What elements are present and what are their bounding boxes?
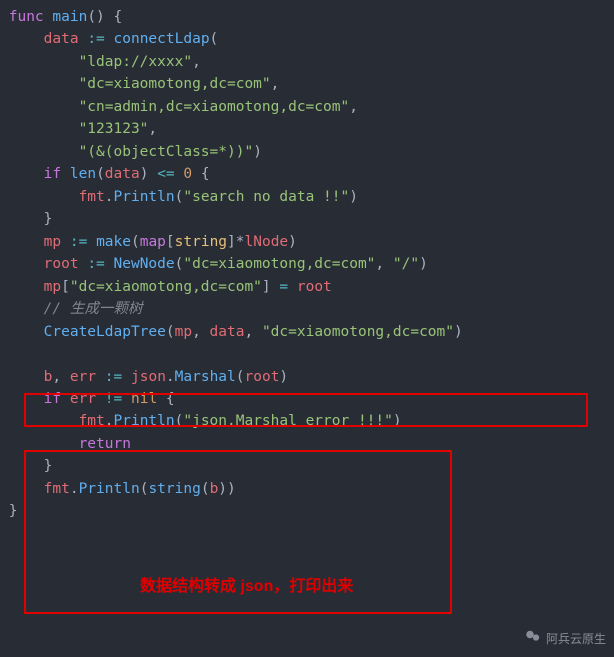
watermark: 阿兵云原生	[524, 627, 606, 651]
watermark-text: 阿兵云原生	[546, 630, 606, 649]
comment: // 生成一颗树	[44, 301, 143, 317]
keyword-func: func	[9, 9, 44, 25]
annotation-text: 数据结构转成 json，打印出来	[140, 575, 353, 600]
code-block: func main() { data := connectLdap( "ldap…	[0, 0, 614, 523]
wechat-icon	[524, 627, 542, 651]
fn-main: main	[52, 9, 87, 25]
